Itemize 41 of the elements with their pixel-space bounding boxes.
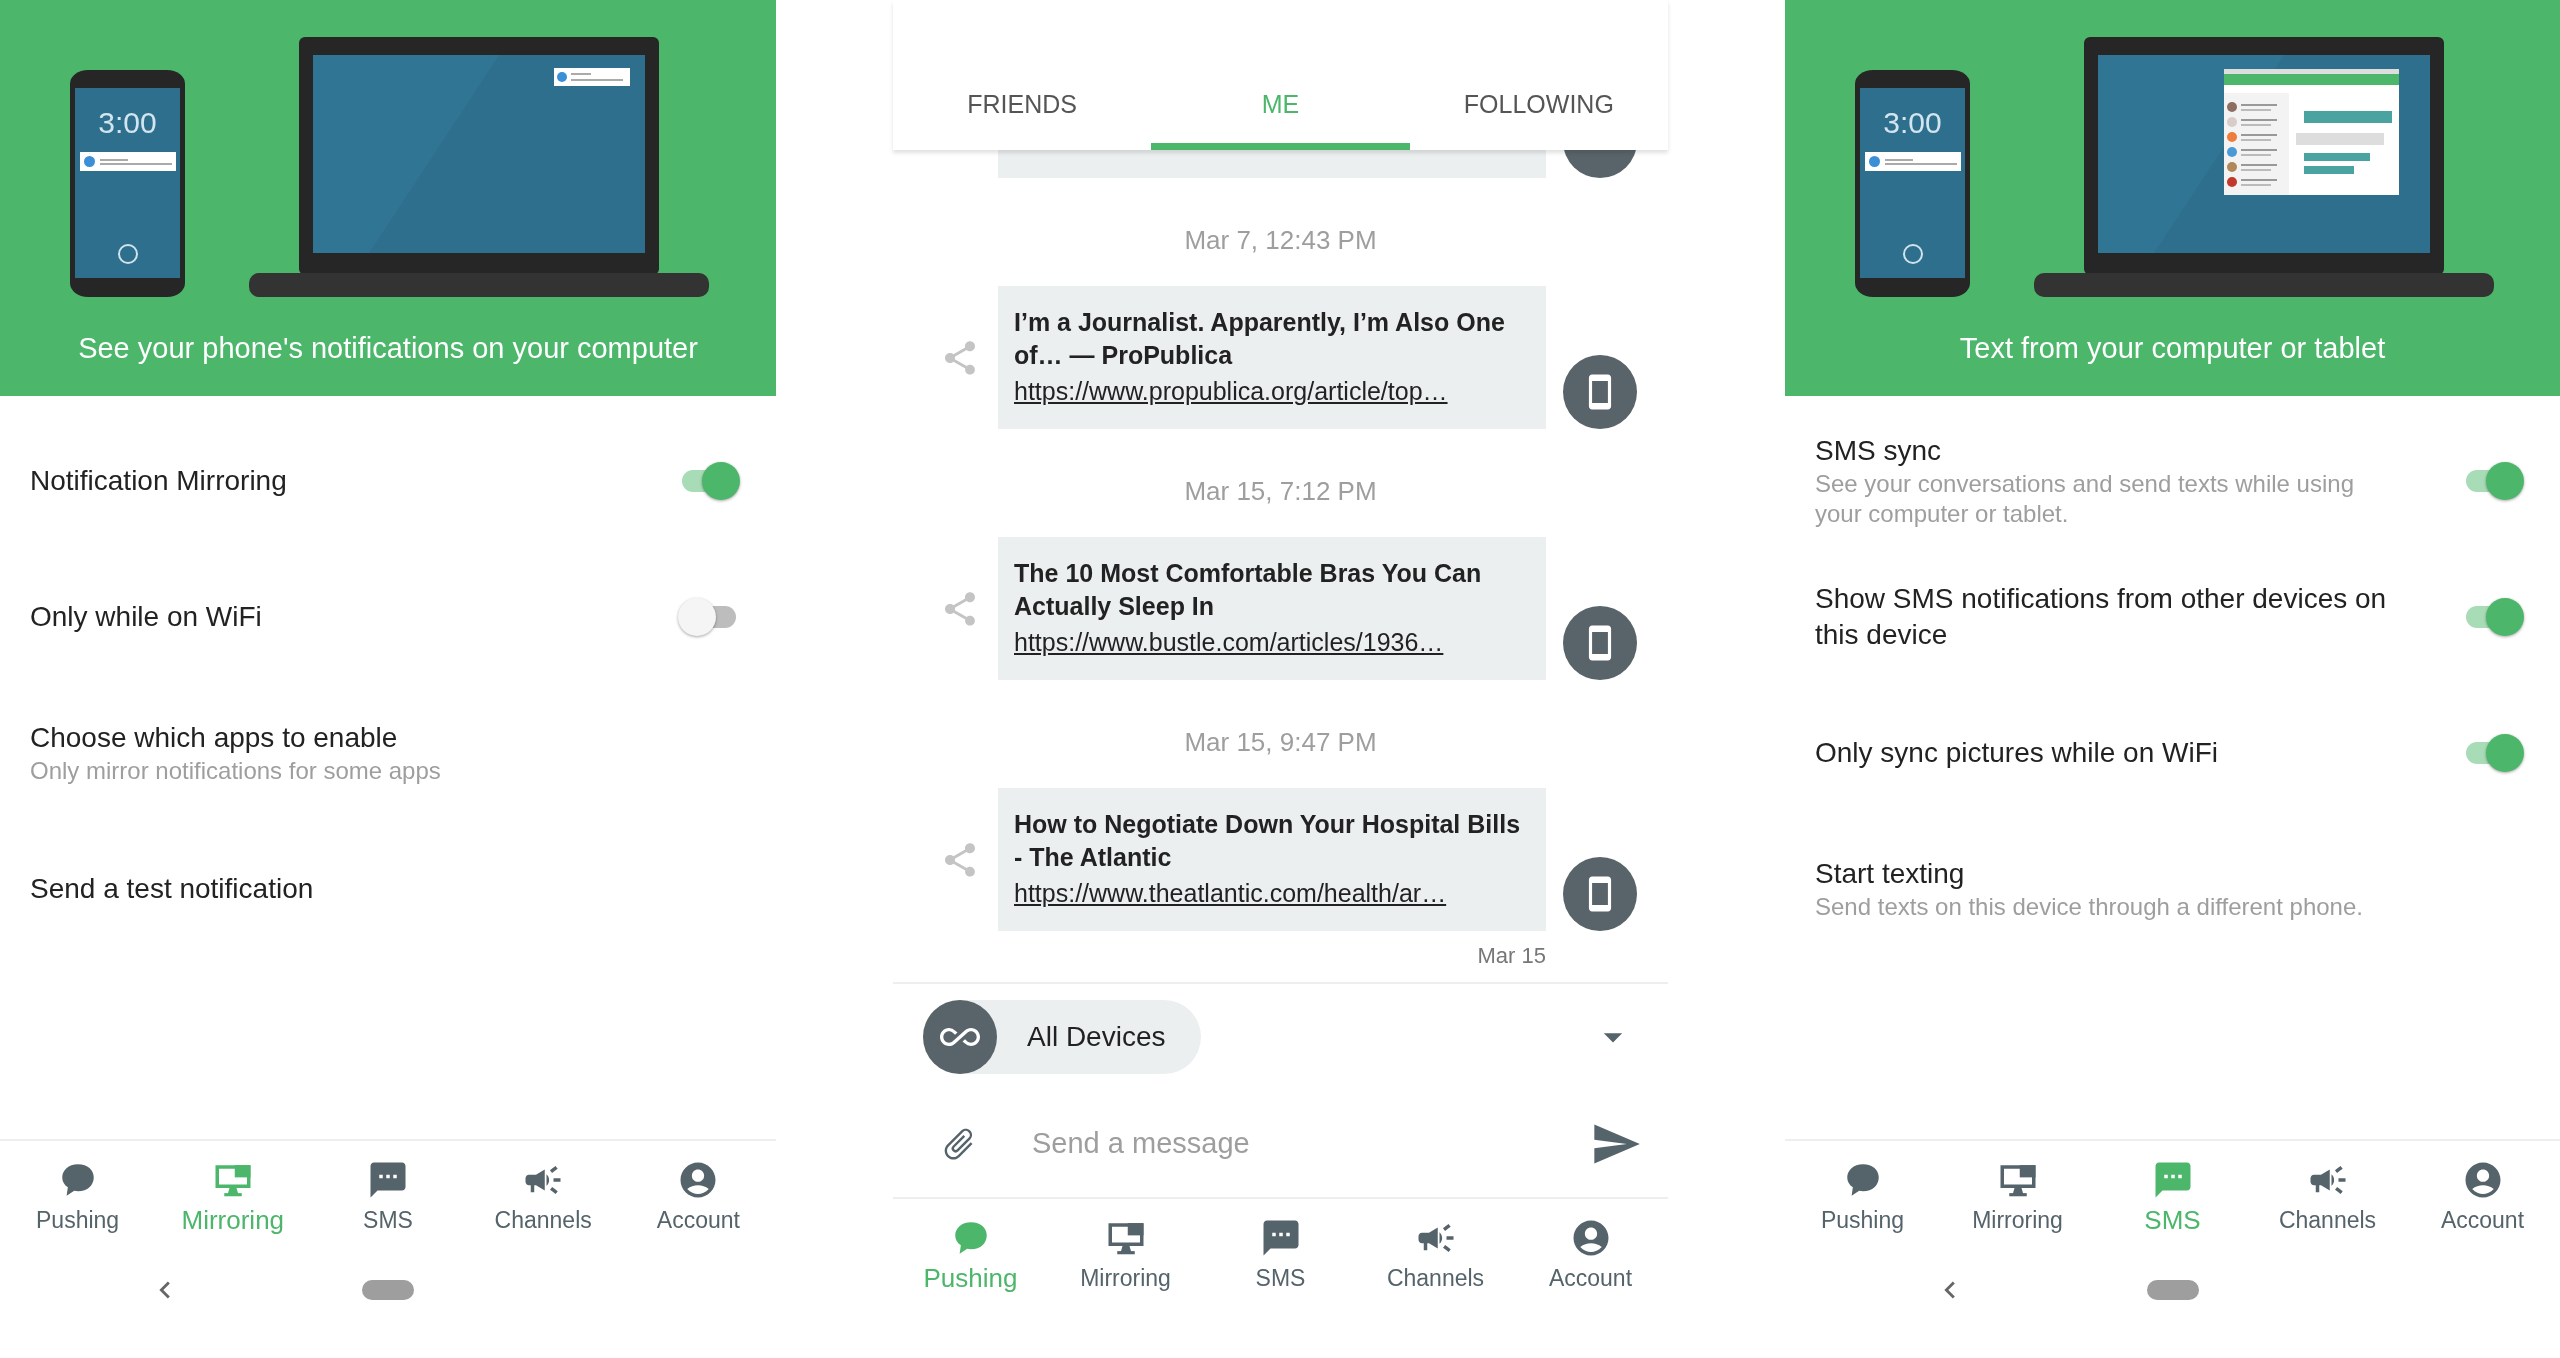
setting-description: Only mirror notifications for some apps [30, 756, 441, 786]
message-link[interactable]: https://www.bustle.com/articles/1936… [1014, 623, 1530, 661]
setting-description: Send texts on this device through a different phone. [1815, 892, 2363, 922]
header-caption: See your phone's notifications on your computer [77, 333, 699, 363]
setting-title[interactable]: SMS sync [1815, 433, 2395, 469]
setting-title[interactable]: Notification Mirroring [30, 463, 287, 499]
home-button-icon [117, 244, 138, 264]
nav-tab[interactable]: Mirroring [1048, 1199, 1203, 1312]
setting-title[interactable]: Start texting [1815, 856, 2363, 892]
message-link[interactable]: https://www.theatlantic.com/health/ar… [1014, 874, 1530, 912]
setting-title[interactable]: Only while on WiFi [30, 599, 262, 635]
nav-tab[interactable]: Account [620, 1141, 776, 1254]
home-pill[interactable] [2146, 1280, 2199, 1300]
nav-tab[interactable]: Account [2405, 1141, 2560, 1254]
message-time: Mar 15, 9:47 PM [1184, 727, 1377, 757]
header-caption: Text from your computer or tablet [1958, 333, 2387, 363]
nav-tab[interactable]: Account [1513, 1199, 1668, 1312]
nav-tab[interactable]: Pushing [1785, 1141, 1940, 1254]
tab[interactable]: FOLLOWING [1409, 0, 1668, 150]
nav-tab[interactable]: SMS [310, 1141, 466, 1254]
setting-title[interactable]: Only sync pictures while on WiFi [1815, 735, 2218, 771]
clock-text: 3:00 [1883, 106, 1942, 140]
message-time: Mar 7, 12:43 PM [1184, 225, 1377, 255]
home-button-icon [1902, 244, 1923, 264]
setting-title[interactable]: Send a test notification [30, 871, 314, 907]
nav-tab[interactable]: Channels [465, 1141, 621, 1254]
nav-tab[interactable]: Mirroring [1940, 1141, 2095, 1254]
clock-text: 3:00 [98, 106, 157, 140]
tab[interactable]: FRIENDS [893, 0, 1152, 150]
message-link[interactable]: https://www.propublica.org/article/top… [1014, 372, 1530, 410]
nav-tab[interactable]: Channels [2250, 1141, 2405, 1254]
home-pill[interactable] [362, 1280, 414, 1300]
nav-tab[interactable]: Pushing [0, 1141, 156, 1254]
setting-title[interactable]: Choose which apps to enable [30, 720, 441, 756]
setting-description: See your conversations and send texts while using your computer or tablet. [1815, 469, 2355, 529]
setting-title[interactable]: Show SMS notifications from other devices on this device [1815, 581, 2395, 653]
nav-tab[interactable]: Channels [1358, 1199, 1513, 1312]
message-time: Mar 15 [1477, 943, 1546, 969]
device-picker[interactable]: All Devices [923, 1000, 1202, 1074]
message-time: Mar 15, 7:12 PM [1184, 476, 1377, 506]
nav-tab[interactable]: SMS [1203, 1199, 1358, 1312]
